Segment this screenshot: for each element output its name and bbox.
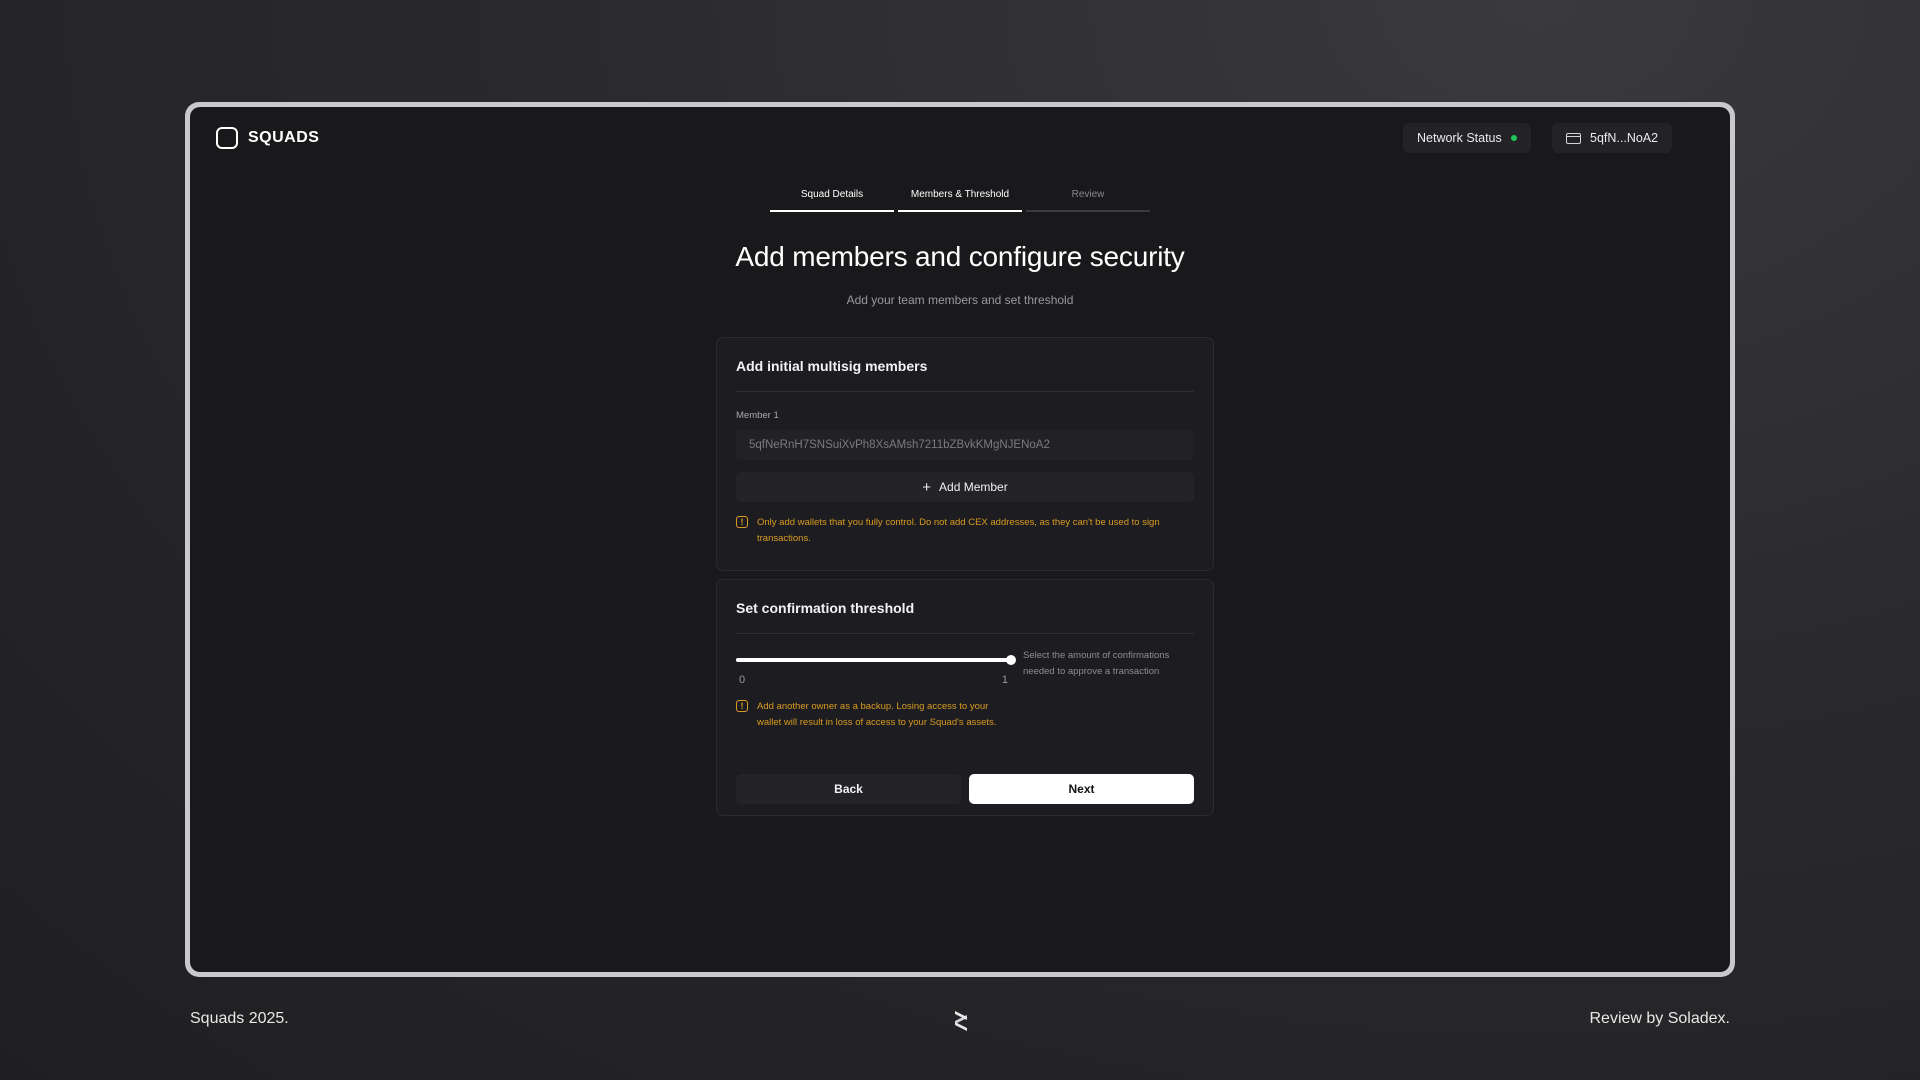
page-title: Add members and configure security — [735, 241, 1185, 272]
slider-max-label: 1 — [1001, 674, 1008, 686]
step-label: Review — [1071, 189, 1105, 200]
member-1-input[interactable]: 5qfNeRnH7SNSuiXvPh8XsAMsh7211bZBvkKMgNJE… — [736, 430, 1194, 460]
app-window-frame: SQUADS Network Status 5qfN...NoA2 Squad … — [185, 102, 1735, 977]
members-warning-text: Only add wallets that you fully control.… — [757, 517, 1160, 544]
next-label: Next — [1068, 782, 1095, 796]
footer-right: Review by Soladex. — [1589, 1010, 1730, 1027]
back-button[interactable]: Back — [736, 774, 961, 804]
threshold-warning: ! Add another owner as a backup. Losing … — [736, 699, 1011, 730]
warning-icon: ! — [736, 700, 748, 712]
wallet-icon — [1566, 132, 1581, 144]
network-status-label: Network Status — [1417, 131, 1502, 145]
step-label: Members & Threshold — [910, 189, 1010, 200]
step-review[interactable]: Review — [1026, 189, 1150, 212]
footer-left: Squads 2025. — [190, 1010, 289, 1027]
step-label: Squad Details — [800, 189, 864, 200]
members-card-title: Add initial multisig members — [736, 358, 928, 374]
stepper: Squad Details Members & Threshold Review — [770, 189, 1150, 212]
member-1-label: Member 1 — [736, 410, 779, 421]
threshold-slider[interactable] — [736, 655, 1016, 665]
wallet-button[interactable]: 5qfN...NoA2 — [1552, 123, 1673, 153]
network-status-button[interactable]: Network Status — [1403, 123, 1531, 153]
slider-fill — [736, 658, 1011, 662]
logo-text: SQUADS — [248, 129, 320, 146]
status-dot-icon — [1510, 135, 1517, 141]
squads-logo-icon — [216, 127, 238, 149]
add-member-label: Add Member — [939, 480, 1008, 494]
step-squad-details[interactable]: Squad Details — [770, 189, 894, 212]
member-1-value: 5qfNeRnH7SNSuiXvPh8XsAMsh7211bZBvkKMgNJE… — [749, 439, 1050, 451]
step-members-threshold[interactable]: Members & Threshold — [898, 189, 1022, 212]
members-warning: ! Only add wallets that you fully contro… — [736, 515, 1194, 546]
soladex-logo-icon — [955, 1011, 967, 1031]
plus-icon: + — [922, 478, 932, 496]
slider-thumb[interactable] — [1006, 655, 1016, 665]
slider-min-label: 0 — [739, 674, 746, 686]
threshold-card-title: Set confirmation threshold — [736, 600, 915, 616]
slider-ticks: 0 1 — [736, 674, 1011, 686]
threshold-card: Set confirmation threshold 0 1 Select th… — [716, 579, 1214, 816]
warning-icon: ! — [736, 516, 748, 528]
page-subtitle: Add your team members and set threshold — [846, 293, 1074, 307]
add-member-button[interactable]: + Add Member — [736, 472, 1194, 502]
divider — [736, 633, 1194, 634]
app-window: SQUADS Network Status 5qfN...NoA2 Squad … — [190, 107, 1730, 972]
divider — [736, 391, 1194, 392]
nav-buttons: Back Next — [736, 774, 1194, 804]
wallet-address: 5qfN...NoA2 — [1590, 131, 1659, 145]
squads-logo[interactable]: SQUADS — [216, 127, 319, 149]
slider-help-text: Select the amount of confirmations neede… — [1023, 650, 1170, 677]
threshold-slider-row: 0 1 Select the amount of confirmations n… — [736, 648, 1194, 686]
slider-column: 0 1 — [736, 648, 1016, 686]
next-button[interactable]: Next — [969, 774, 1194, 804]
threshold-warning-text: Add another owner as a backup. Losing ac… — [757, 701, 997, 728]
back-label: Back — [834, 782, 863, 796]
members-card: Add initial multisig members Member 1 5q… — [716, 337, 1214, 571]
